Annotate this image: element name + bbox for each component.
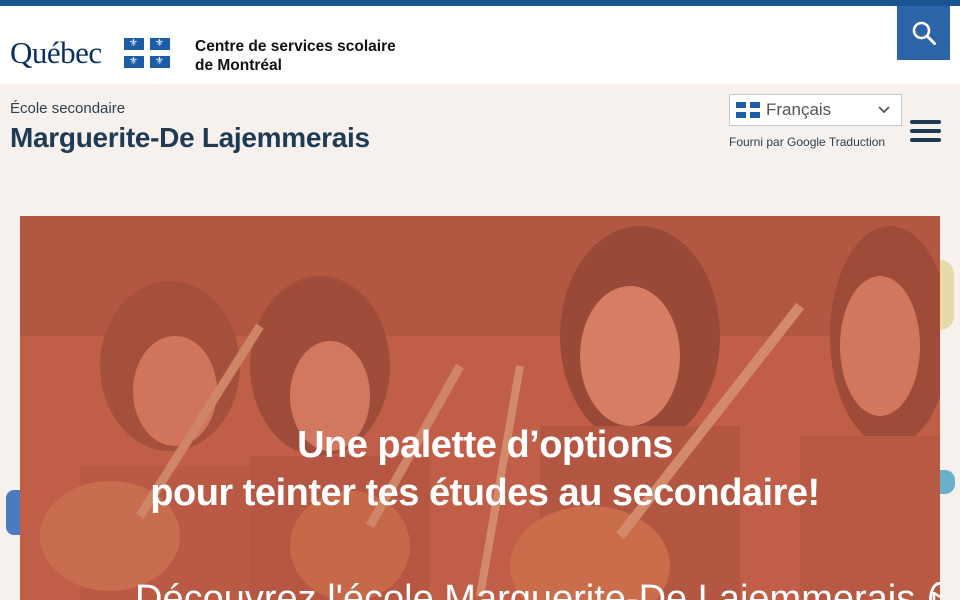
hero-video-link[interactable]: Découvrez l'école Marguerite-De Lajemmer… (135, 578, 940, 600)
quebec-logo-text: Québec (10, 34, 102, 70)
decorative-shape (940, 260, 954, 330)
quebec-flag-small-icon (736, 102, 760, 118)
search-button[interactable] (897, 6, 950, 60)
organization-name[interactable]: Centre de services scolaire de Montréal (195, 37, 415, 75)
google-translate-credit: Fourni par Google Traduction (729, 135, 886, 149)
language-select[interactable]: Français (729, 94, 902, 126)
chevron-down-icon (878, 106, 890, 114)
organization-name-line2: de Montréal (195, 57, 282, 74)
hero-banner: Une palette d’options pour teinter tes é… (20, 216, 940, 600)
organization-name-line1: Centre de services scolaire (195, 38, 396, 55)
hero-title-line1: Une palette d’options (297, 424, 673, 466)
school-type-label: École secondaire (10, 100, 126, 117)
quebec-logo[interactable]: Québec (10, 32, 102, 72)
search-icon (912, 21, 936, 45)
quebec-flag-icon: ⚜ ⚜ ⚜ ⚜ (124, 38, 170, 68)
hero-title: Une palette d’options pour teinter tes é… (20, 421, 940, 517)
hero-cta-text: Découvrez l'école Marguerite-De Lajemmer… (135, 578, 916, 600)
hamburger-menu-icon[interactable] (910, 120, 942, 144)
hero-color-overlay (20, 216, 940, 600)
hero-title-line2: pour teinter tes études au secondaire! (150, 472, 820, 514)
school-name-title[interactable]: Marguerite-De Lajemmerais (10, 122, 370, 154)
language-select-value: Français (766, 100, 832, 119)
decorative-shape (940, 470, 955, 494)
